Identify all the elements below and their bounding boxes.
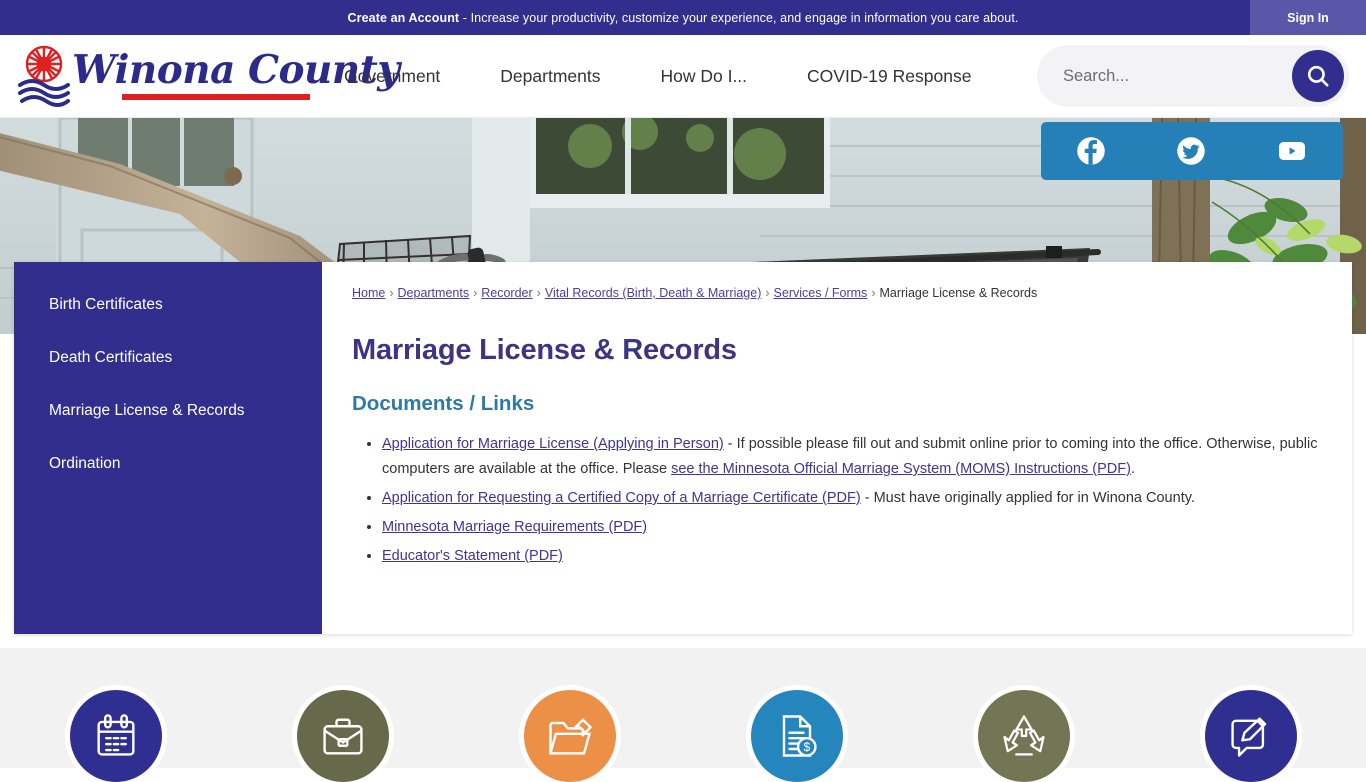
search-input[interactable] — [1063, 66, 1292, 86]
recycle-icon — [1002, 715, 1045, 756]
quick-link-recycling[interactable] — [910, 690, 1137, 782]
sidebar-item-marriage-license-records[interactable]: Marriage License & Records — [14, 384, 322, 437]
list-item: Educator's Statement (PDF) — [382, 544, 1324, 569]
sidebar-item-death-certificates[interactable]: Death Certificates — [14, 331, 322, 384]
top-utility-bar: Create an Account - Increase your produc… — [0, 0, 1366, 35]
quick-links-bar: $ — [0, 648, 1366, 782]
breadcrumb-item-current: Marriage License & Records — [879, 286, 1038, 300]
facebook-icon[interactable] — [1076, 136, 1106, 166]
sidebar-item-birth-certificates[interactable]: Birth Certificates — [14, 278, 322, 331]
main-navigation: Government Departments How Do I... COVID… — [344, 35, 971, 118]
page-body: Birth Certificates Death Certificates Ma… — [14, 262, 1352, 634]
list-item-text-end: . — [1130, 461, 1135, 477]
quick-link-jobs[interactable] — [229, 690, 456, 782]
breadcrumb-separator: › — [389, 286, 394, 300]
nav-item-departments[interactable]: Departments — [500, 66, 600, 87]
section-sidebar: Birth Certificates Death Certificates Ma… — [14, 262, 322, 634]
report-concern-icon — [1230, 717, 1266, 757]
youtube-icon[interactable] — [1276, 137, 1308, 165]
link-moms-instructions[interactable]: see the Minnesota Official Marriage Syst… — [671, 461, 1131, 477]
link-application-marriage-license-in-person[interactable]: Application for Marriage License (Applyi… — [382, 436, 724, 452]
breadcrumb-separator: › — [765, 286, 770, 300]
breadcrumb-separator: › — [871, 286, 876, 300]
section-heading-documents-links: Documents / Links — [352, 392, 535, 415]
breadcrumb-item-home[interactable]: Home — [352, 286, 385, 300]
breadcrumb-item-vital-records[interactable]: Vital Records (Birth, Death & Marriage) — [545, 286, 762, 300]
search-bar — [1037, 45, 1349, 107]
quick-link-circle — [69, 690, 162, 782]
create-account-link[interactable]: Create an Account — [348, 11, 460, 25]
quick-link-circle — [296, 690, 389, 782]
quick-link-documents[interactable] — [456, 690, 683, 782]
social-links-bar — [1041, 122, 1343, 180]
folder-icon — [548, 718, 592, 755]
calendar-icon — [96, 714, 135, 756]
breadcrumb-separator: › — [536, 286, 541, 300]
main-content: Home › Departments › Recorder › Vital Records … — [322, 262, 1352, 634]
page-title: Marriage License & Records — [352, 334, 737, 366]
create-account-message[interactable]: Create an Account - Increase your produc… — [348, 11, 1019, 25]
list-item-text: - Must have originally applied for in Wi… — [860, 490, 1195, 506]
breadcrumb: Home › Departments › Recorder › Vital Records … — [352, 284, 1324, 302]
breadcrumb-item-recorder[interactable]: Recorder — [481, 286, 532, 300]
search-icon — [1307, 65, 1329, 87]
quick-link-report-concern[interactable] — [1137, 690, 1364, 782]
list-item: Application for Requesting a Certified C… — [382, 486, 1324, 511]
briefcase-icon — [322, 718, 363, 755]
list-item: Minnesota Marriage Requirements (PDF) — [382, 515, 1324, 540]
logo-underline — [122, 94, 310, 100]
nav-item-covid-19-response[interactable]: COVID-19 Response — [807, 66, 971, 87]
link-educators-statement[interactable]: Educator's Statement (PDF) — [382, 548, 563, 564]
nav-item-government[interactable]: Government — [344, 66, 440, 87]
create-account-description: - Increase your productivity, customize … — [459, 10, 1019, 25]
svg-text:$: $ — [803, 740, 810, 754]
nav-item-how-do-i[interactable]: How Do I... — [660, 66, 747, 87]
pay-bill-icon: $ — [782, 715, 817, 757]
breadcrumb-item-departments[interactable]: Departments — [398, 286, 470, 300]
sign-in-button[interactable]: Sign In — [1250, 0, 1366, 35]
link-application-certified-copy-marriage-certificate[interactable]: Application for Requesting a Certified C… — [382, 490, 861, 506]
sidebar-item-ordination[interactable]: Ordination — [14, 437, 322, 490]
quick-link-circle — [977, 690, 1070, 782]
quick-link-calendar[interactable] — [2, 690, 229, 782]
quick-link-circle — [1204, 690, 1297, 782]
twitter-icon[interactable] — [1176, 136, 1206, 166]
link-minnesota-marriage-requirements[interactable]: Minnesota Marriage Requirements (PDF) — [382, 519, 647, 535]
breadcrumb-item-services-forms[interactable]: Services / Forms — [774, 286, 868, 300]
site-header: Winona County Government Departments How… — [0, 35, 1366, 118]
site-logo[interactable]: Winona County — [16, 43, 400, 109]
documents-links-list: Application for Marriage License (Applyi… — [352, 432, 1324, 569]
breadcrumb-separator: › — [473, 286, 478, 300]
search-button[interactable] — [1292, 50, 1344, 102]
quick-link-circle: $ — [750, 690, 843, 782]
quick-link-pay-bill[interactable]: $ — [683, 690, 910, 782]
list-item: Application for Marriage License (Applyi… — [382, 432, 1324, 482]
quick-link-circle — [523, 690, 616, 782]
